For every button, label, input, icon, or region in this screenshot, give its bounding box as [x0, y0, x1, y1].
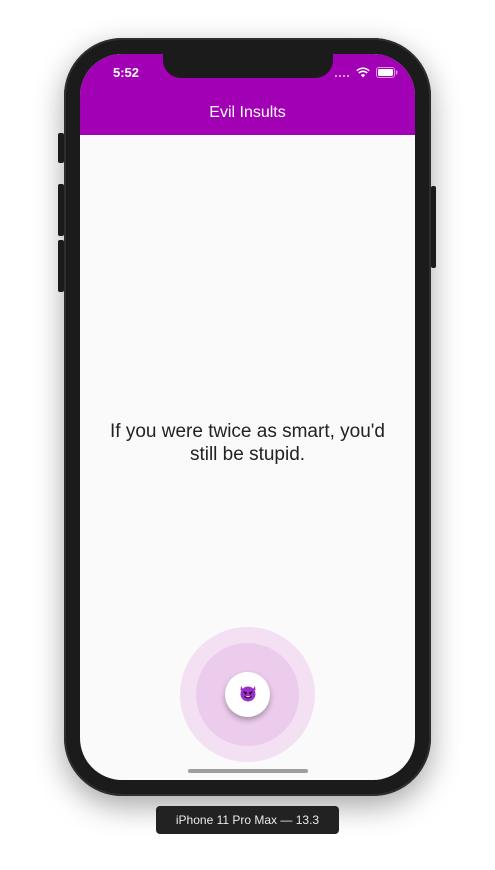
wifi-icon	[356, 65, 370, 83]
screen: 5:52 Evil Insults If you were twice as s…	[80, 54, 415, 780]
status-icons	[334, 65, 398, 83]
power-button	[431, 186, 436, 268]
volume-up-button	[58, 184, 64, 236]
home-indicator[interactable]	[188, 769, 308, 773]
smiling-devil-icon	[238, 683, 258, 707]
status-time: 5:52	[113, 65, 140, 80]
app-title: Evil Insults	[209, 104, 286, 121]
simulator-device-label: iPhone 11 Pro Max — 13.3	[156, 806, 339, 834]
phone-frame: 5:52 Evil Insults If you were twice as s…	[58, 38, 436, 796]
new-insult-button[interactable]	[225, 672, 270, 717]
insult-text: If you were twice as smart, you'd still …	[109, 421, 385, 465]
notch	[163, 54, 333, 78]
volume-down-button	[58, 240, 64, 292]
silent-switch	[58, 133, 64, 163]
cellular-signal-icon	[334, 65, 350, 83]
app-bar: 5:52 Evil Insults	[80, 54, 415, 135]
battery-icon	[376, 65, 398, 83]
